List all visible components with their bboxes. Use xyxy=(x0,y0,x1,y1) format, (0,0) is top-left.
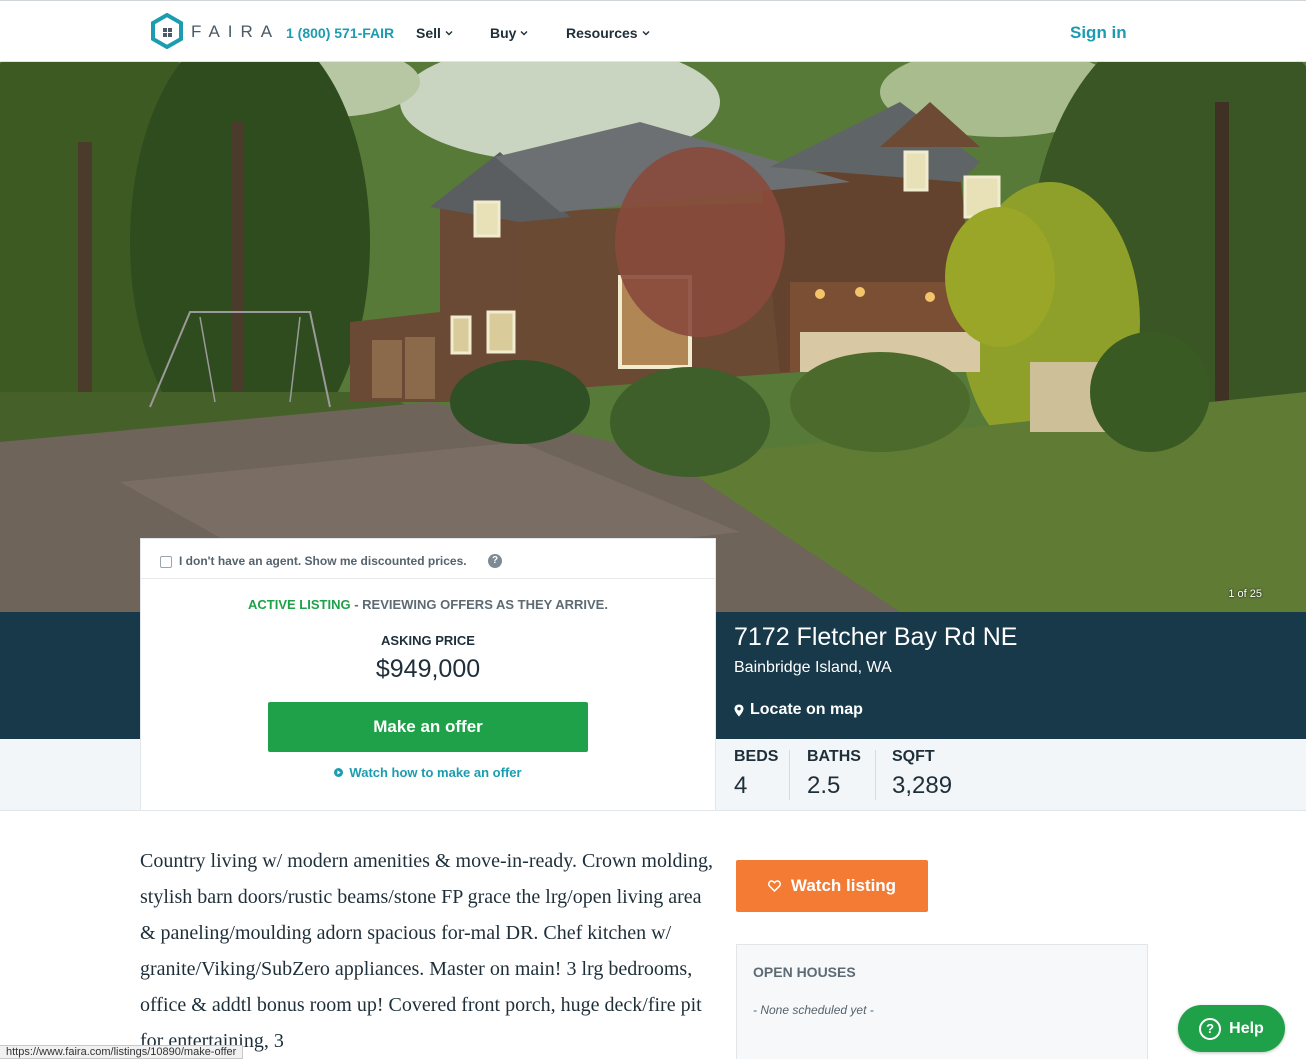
help-circle-icon: ? xyxy=(1199,1017,1222,1040)
stat-beds-label: BEDS xyxy=(734,748,779,765)
open-houses-panel: OPEN HOUSES - None scheduled yet - xyxy=(736,944,1148,1059)
help-label: Help xyxy=(1229,1019,1264,1037)
watch-listing-label: Watch listing xyxy=(790,876,897,895)
faira-logo-icon[interactable] xyxy=(150,13,184,49)
offer-card: I don't have an agent. Show me discounte… xyxy=(140,538,716,811)
watch-how-label: Watch how to make an offer xyxy=(349,765,522,780)
sign-in-link[interactable]: Sign in xyxy=(1070,23,1127,43)
stat-divider xyxy=(789,750,790,800)
no-agent-checkbox[interactable] xyxy=(160,556,172,568)
stat-sqft: SQFT 3,289 xyxy=(892,748,952,800)
phone-number-link[interactable]: 1 (800) 571-FAIR xyxy=(286,25,394,41)
listing-hero-photo[interactable]: 1 of 25 xyxy=(0,62,1306,612)
no-agent-row: I don't have an agent. Show me discounte… xyxy=(141,539,715,579)
stat-beds-value: 4 xyxy=(734,772,748,799)
listing-description: Country living w/ modern amenities & mov… xyxy=(140,850,714,1052)
nav-sell-label: Sell xyxy=(416,25,441,41)
listing-status-detail: - REVIEWING OFFERS AS THEY ARRIVE. xyxy=(350,597,608,612)
stat-beds: BEDS 4 xyxy=(734,748,778,800)
status-url: https://www.faira.com/listings/10890/mak… xyxy=(0,1045,244,1059)
open-houses-empty: - None scheduled yet - xyxy=(753,1003,874,1017)
photo-counter: 1 of 25 xyxy=(1228,588,1262,600)
chevron-down-icon xyxy=(642,31,650,36)
locate-on-map-link[interactable]: Locate on map xyxy=(734,701,863,719)
no-agent-label[interactable]: I don't have an agent. Show me discounte… xyxy=(179,554,467,568)
chevron-down-icon xyxy=(445,31,453,36)
heart-icon xyxy=(767,880,781,892)
stat-baths-value: 2.5 xyxy=(807,772,841,799)
stat-baths: BATHS 2.5 xyxy=(807,748,861,800)
house-photo xyxy=(0,62,1306,612)
make-offer-button[interactable]: Make an offer xyxy=(268,702,588,752)
help-button[interactable]: ? Help xyxy=(1178,1005,1285,1052)
listing-city: Bainbridge Island, WA xyxy=(734,659,892,676)
listing-status-active: ACTIVE LISTING xyxy=(248,597,351,612)
asking-price-value: $949,000 xyxy=(375,655,481,683)
stat-sqft-value: 3,289 xyxy=(892,772,953,799)
nav-buy-menu[interactable]: Buy xyxy=(490,25,529,41)
listing-status: ACTIVE LISTING - REVIEWING OFFERS AS THE… xyxy=(141,597,715,612)
nav-sell-menu[interactable]: Sell xyxy=(416,25,454,41)
chevron-down-icon xyxy=(520,31,528,36)
listing-address: 7172 Fletcher Bay Rd NE xyxy=(734,623,1018,651)
stat-baths-label: BATHS xyxy=(807,748,861,765)
top-navigation-bar: FAIRA 1 (800) 571-FAIR Sell Buy Resource… xyxy=(0,0,1306,62)
nav-resources-menu[interactable]: Resources xyxy=(566,25,651,41)
nav-buy-label: Buy xyxy=(490,25,517,41)
watch-listing-button[interactable]: Watch listing xyxy=(736,860,928,912)
watch-how-link[interactable]: Watch how to make an offer xyxy=(141,765,715,780)
locate-on-map-label: Locate on map xyxy=(750,701,863,718)
map-pin-icon xyxy=(734,704,744,716)
brand-name[interactable]: FAIRA xyxy=(191,22,280,42)
stat-sqft-label: SQFT xyxy=(892,748,935,765)
stat-divider xyxy=(875,750,876,800)
nav-resources-label: Resources xyxy=(566,25,638,41)
asking-price-label: ASKING PRICE xyxy=(381,633,475,648)
help-question-icon[interactable]: ? xyxy=(488,554,502,568)
play-circle-icon xyxy=(334,768,344,777)
open-houses-title: OPEN HOUSES xyxy=(753,964,856,980)
